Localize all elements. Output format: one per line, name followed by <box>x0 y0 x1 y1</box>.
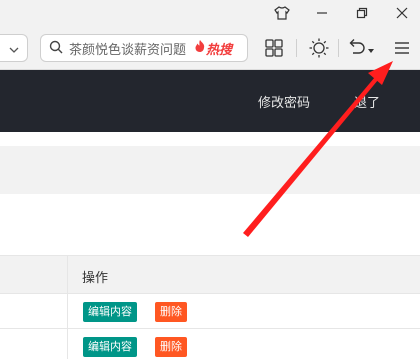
undo-menu-button[interactable] <box>345 34 377 62</box>
restore-icon[interactable] <box>342 0 382 26</box>
delete-button[interactable]: 删除 <box>155 302 187 322</box>
hot-search-button[interactable]: 热搜 <box>194 39 232 58</box>
browser-toolbar: 茶颜悦色谈薪资问题 热搜 <box>0 26 420 70</box>
toolbar-divider <box>338 39 339 57</box>
edit-content-button[interactable]: 编辑内容 <box>83 302 137 322</box>
change-password-link[interactable]: 修改密码 <box>258 92 310 111</box>
table-header: 操作 <box>0 255 420 294</box>
address-bar-dropdown[interactable] <box>0 34 28 62</box>
brightness-sun-icon[interactable] <box>306 34 332 62</box>
operation-column-header: 操作 <box>82 271 109 286</box>
table-row: 编辑内容 删除 <box>0 329 420 359</box>
admin-header: 修改密码 退了 <box>0 70 420 132</box>
content-gray-band <box>0 146 420 194</box>
column-divider <box>67 255 68 359</box>
menu-hamburger-icon[interactable] <box>390 34 414 62</box>
edit-content-button[interactable]: 编辑内容 <box>83 337 137 357</box>
logout-link[interactable]: 退了 <box>354 92 380 111</box>
search-input[interactable]: 茶颜悦色谈薪资问题 <box>69 39 186 58</box>
hot-search-label: 热搜 <box>206 42 233 58</box>
apps-grid-icon[interactable] <box>262 34 286 62</box>
window-titlebar <box>0 0 420 26</box>
toolbar-divider <box>296 39 297 57</box>
caret-down-icon <box>367 39 375 58</box>
flame-icon <box>194 39 206 57</box>
search-box[interactable]: 茶颜悦色谈薪资问题 热搜 <box>40 34 248 62</box>
minimize-icon[interactable] <box>302 0 342 26</box>
close-icon[interactable] <box>382 0 420 26</box>
data-table: 操作 编辑内容 删除 编辑内容 删除 <box>0 255 420 359</box>
chevron-down-icon <box>9 39 19 58</box>
delete-button[interactable]: 删除 <box>155 337 187 357</box>
undo-icon <box>347 37 367 59</box>
table-row: 编辑内容 删除 <box>0 294 420 329</box>
search-icon <box>49 39 63 58</box>
skin-shirt-icon[interactable] <box>262 0 302 26</box>
